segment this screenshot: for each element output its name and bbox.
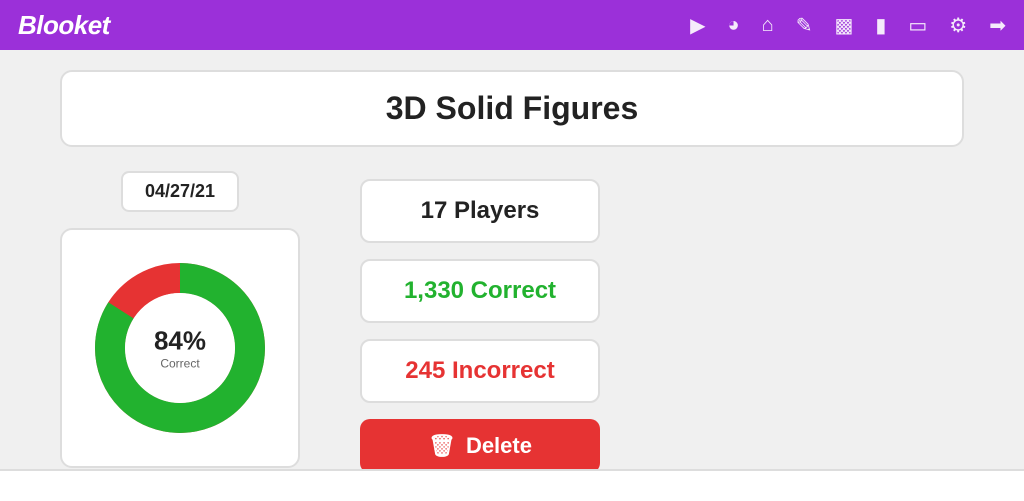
book-icon[interactable]: ▭	[908, 13, 927, 38]
players-label: 17 Players	[421, 197, 540, 224]
main-content: 3D Solid Figures 04/27/21	[0, 50, 1024, 493]
navbar: Blooket ▶ ◕ ⌂ ✎ ▩ ▮ ▭ ⚙ ➡	[0, 0, 1024, 50]
edit-icon[interactable]: ✎	[796, 13, 813, 38]
donut-label: 84% Correct	[154, 326, 206, 371]
incorrect-card: 245 Incorrect	[360, 339, 600, 403]
store-icon[interactable]: ▮	[875, 13, 886, 38]
explore-icon[interactable]: ◕	[728, 14, 740, 37]
donut-percent: 84%	[154, 326, 206, 357]
donut-chart: 84% Correct	[85, 253, 275, 443]
donut-text: Correct	[154, 357, 206, 371]
content-row: 04/27/21 84% Correct	[60, 171, 964, 473]
trash-icon: 🗑	[428, 433, 456, 459]
title-card: 3D Solid Figures	[60, 70, 964, 147]
home-icon[interactable]: ⌂	[762, 14, 774, 37]
settings-icon[interactable]: ⚙	[949, 13, 967, 38]
delete-label: Delete	[466, 433, 532, 459]
play-icon[interactable]: ▶	[690, 13, 705, 38]
chart-card: 84% Correct	[60, 228, 300, 468]
right-column: 17 Players 1,330 Correct 245 Incorrect 🗑…	[360, 171, 600, 473]
players-card: 17 Players	[360, 179, 600, 243]
date-badge: 04/27/21	[121, 171, 239, 212]
logout-icon[interactable]: ➡	[989, 13, 1006, 38]
correct-label: 1,330 Correct	[404, 277, 556, 304]
page-title: 3D Solid Figures	[92, 90, 932, 127]
incorrect-label: 245 Incorrect	[405, 357, 554, 384]
correct-card: 1,330 Correct	[360, 259, 600, 323]
bottom-strip	[0, 469, 1024, 501]
app-logo: Blooket	[18, 10, 110, 41]
left-column: 04/27/21 84% Correct	[60, 171, 300, 468]
chart-icon[interactable]: ▩	[834, 13, 853, 38]
delete-button[interactable]: 🗑 Delete	[360, 419, 600, 473]
